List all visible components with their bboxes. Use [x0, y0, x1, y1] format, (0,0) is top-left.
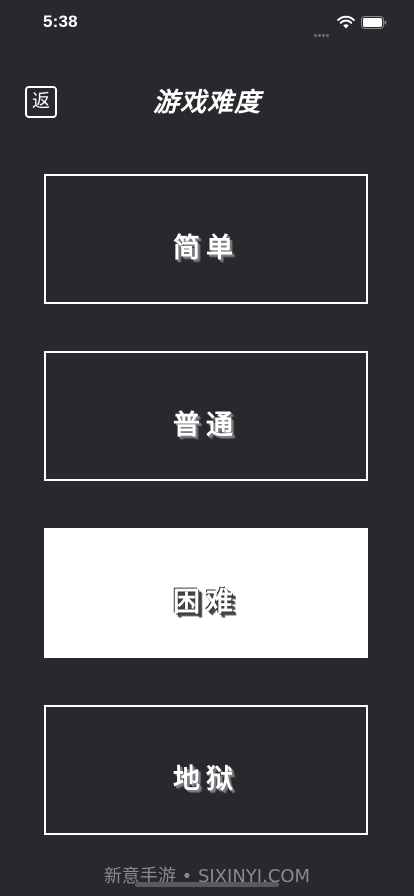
difficulty-hell-label: 地狱	[173, 763, 239, 795]
difficulty-hell-button[interactable]: 地狱	[44, 705, 368, 835]
difficulty-normal-button[interactable]: 普通	[44, 351, 368, 481]
difficulty-hard-label: 困难	[173, 586, 239, 618]
difficulty-hard-button[interactable]: 困难	[44, 528, 368, 658]
difficulty-normal-label: 普通	[173, 409, 239, 441]
wifi-icon	[337, 15, 355, 29]
difficulty-easy-button[interactable]: 简单	[44, 174, 368, 304]
home-indicator[interactable]	[135, 882, 279, 887]
difficulty-easy-label: 简单	[173, 232, 239, 264]
status-bar: 5:38	[0, 0, 414, 44]
signal-dots-icon	[314, 22, 334, 37]
status-time: 5:38	[43, 12, 78, 31]
page-title: 游戏难度	[152, 88, 261, 118]
battery-icon	[361, 16, 387, 29]
